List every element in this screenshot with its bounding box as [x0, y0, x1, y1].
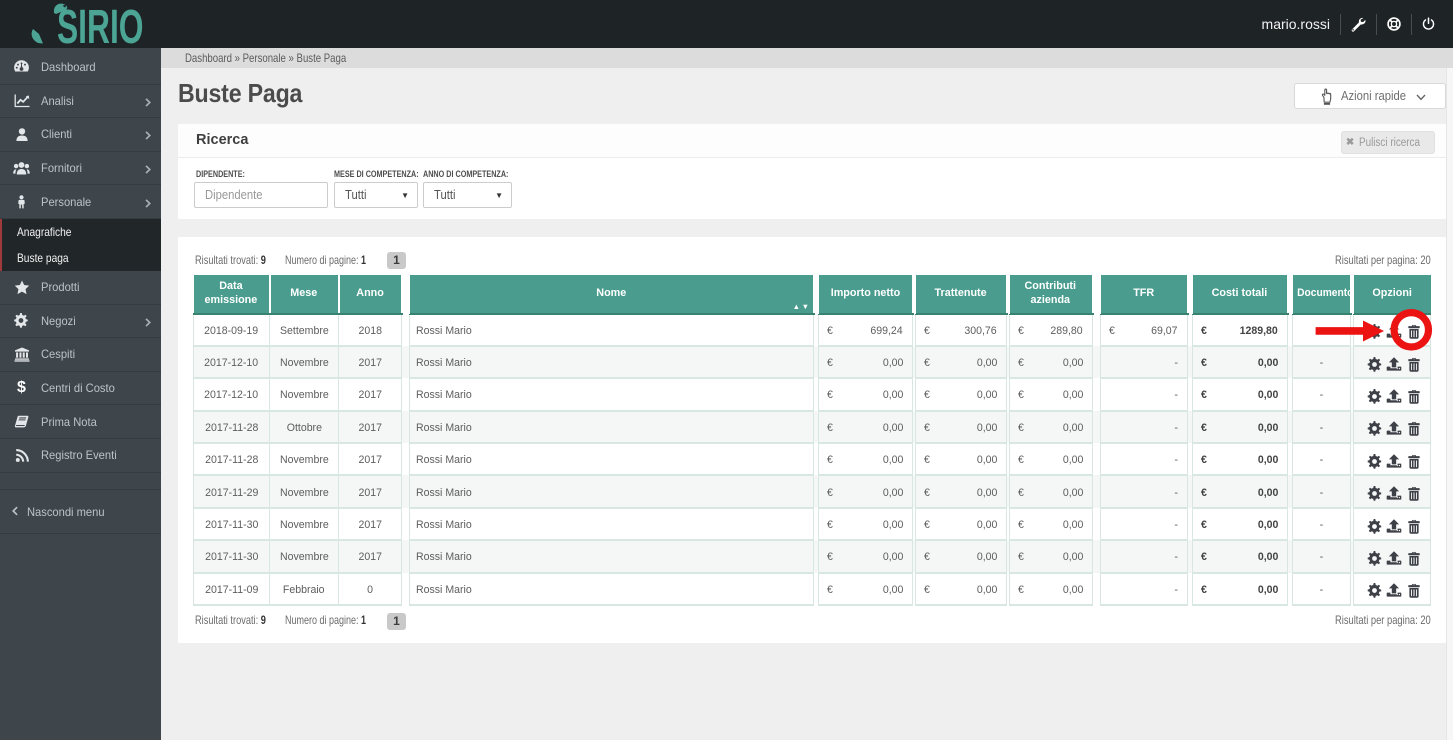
svg-text:SIRIO: SIRIO	[57, 0, 143, 48]
